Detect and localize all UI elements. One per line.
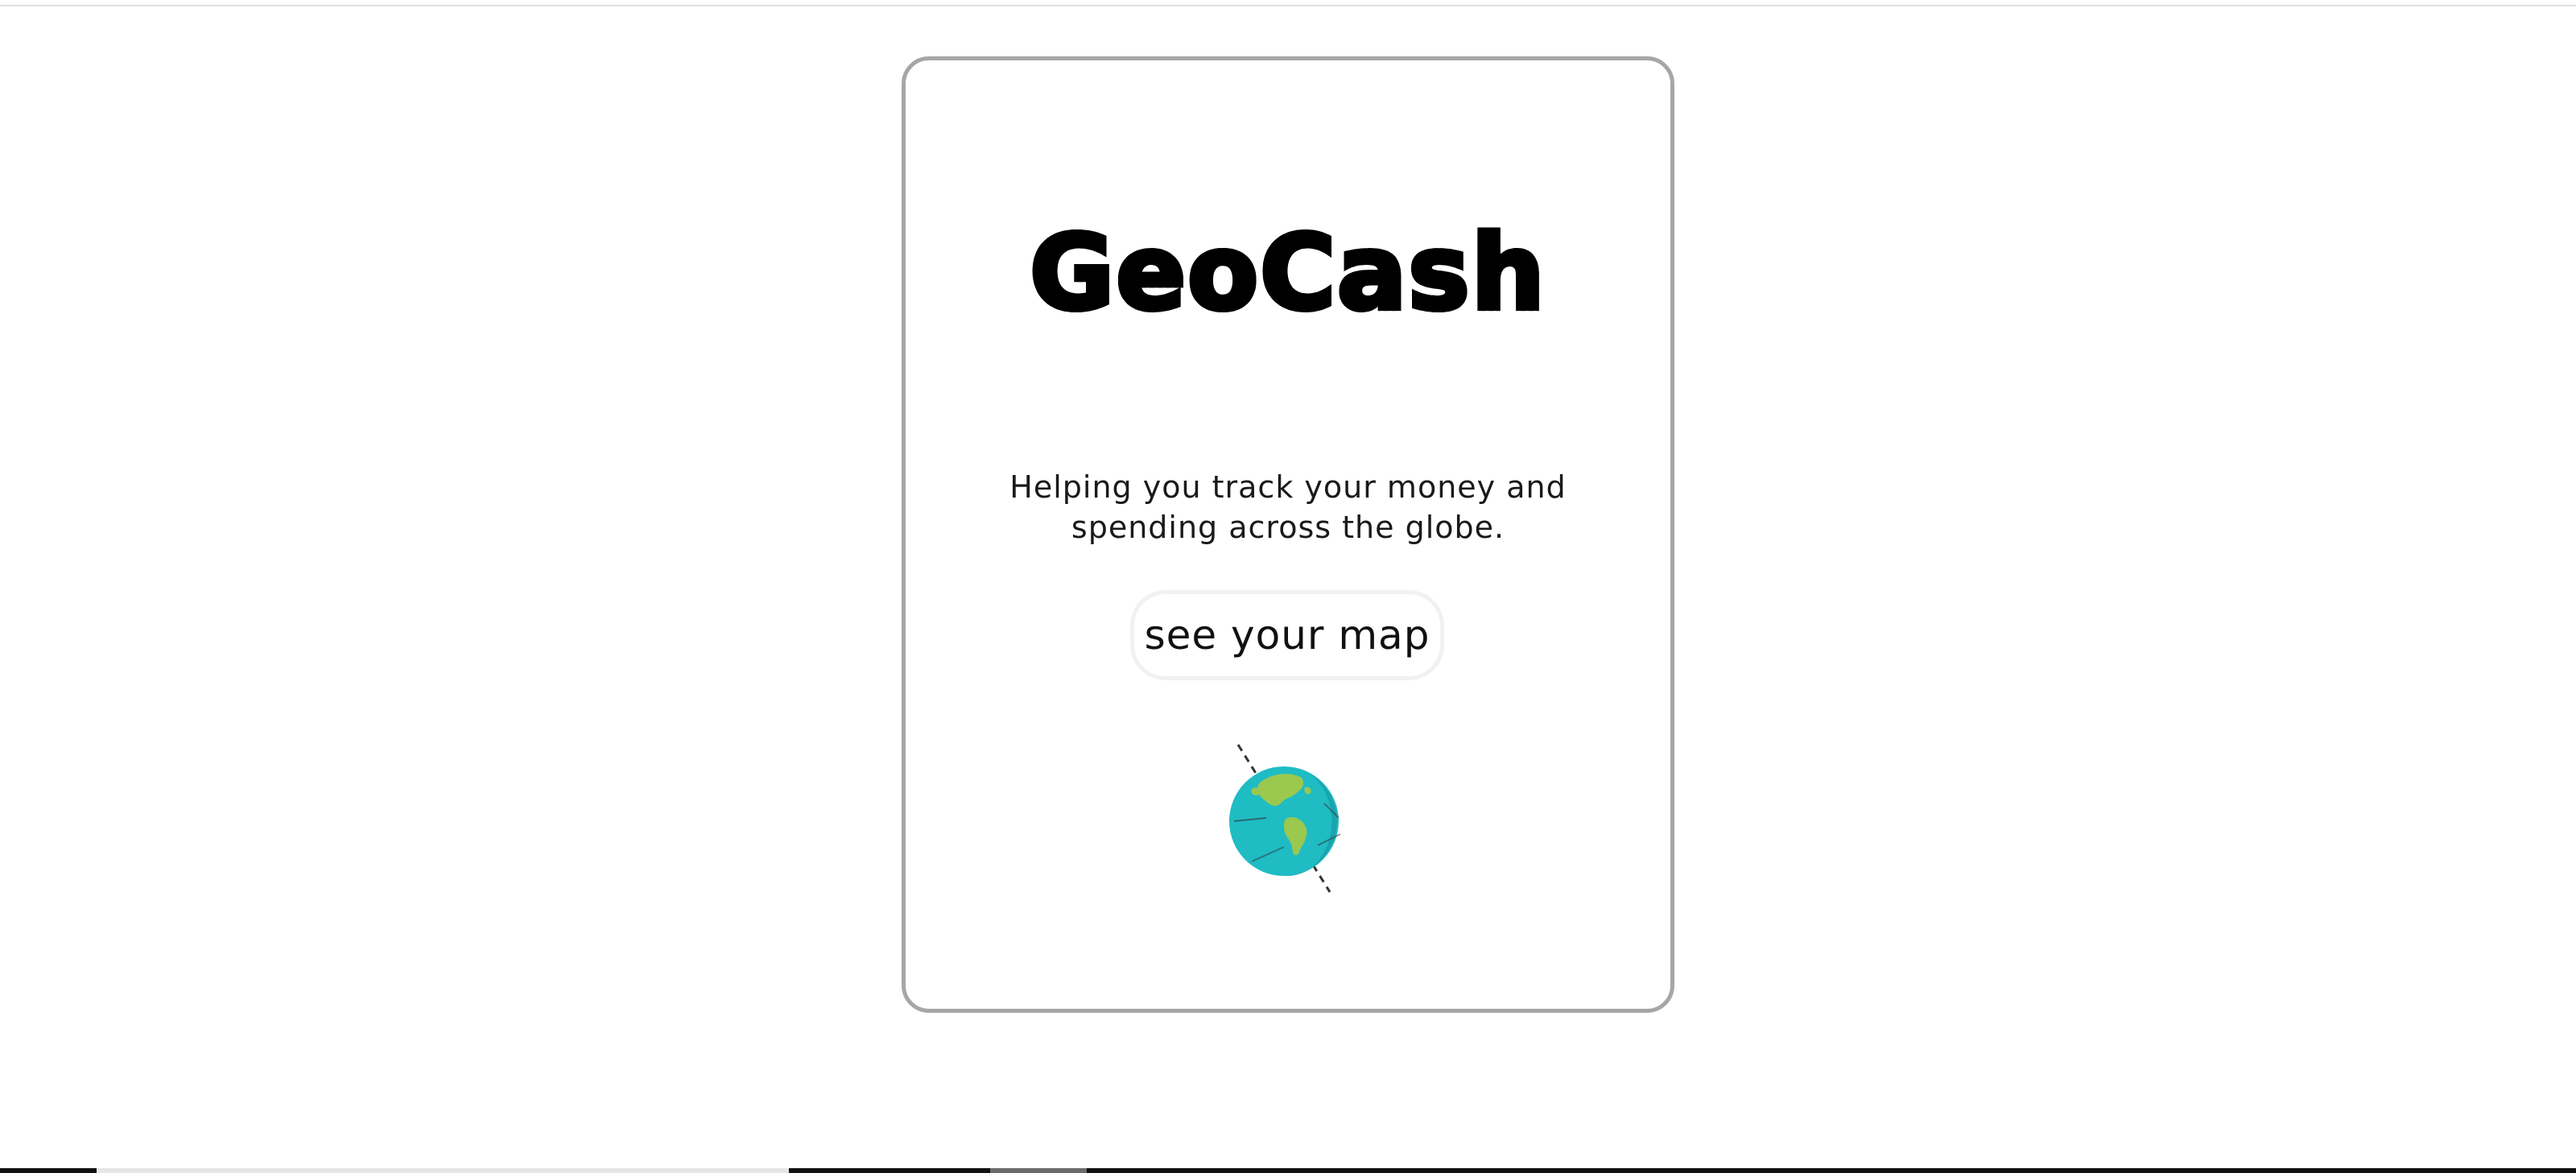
bottom-scroll-indicator	[0, 1168, 2576, 1173]
bottom-bar-segment	[1087, 1168, 2576, 1173]
globe-icon	[1228, 741, 1348, 894]
bottom-bar-segment	[0, 1168, 97, 1173]
logo-wordmark: GeoCash	[1027, 211, 1546, 336]
top-divider	[0, 0, 2576, 6]
tagline-line-2: spending across the globe.	[1071, 510, 1505, 545]
tagline-line-1: Helping you track your money and	[1009, 469, 1567, 505]
bottom-bar-segment	[789, 1168, 990, 1173]
bottom-bar-segment	[990, 1168, 1087, 1173]
tagline: Helping you track your money and spendin…	[906, 467, 1670, 547]
app-logo: GeoCash	[906, 211, 1670, 336]
see-your-map-button[interactable]: see your map	[1130, 590, 1444, 680]
welcome-card: GeoCash Helping you track your money and…	[902, 56, 1674, 1013]
